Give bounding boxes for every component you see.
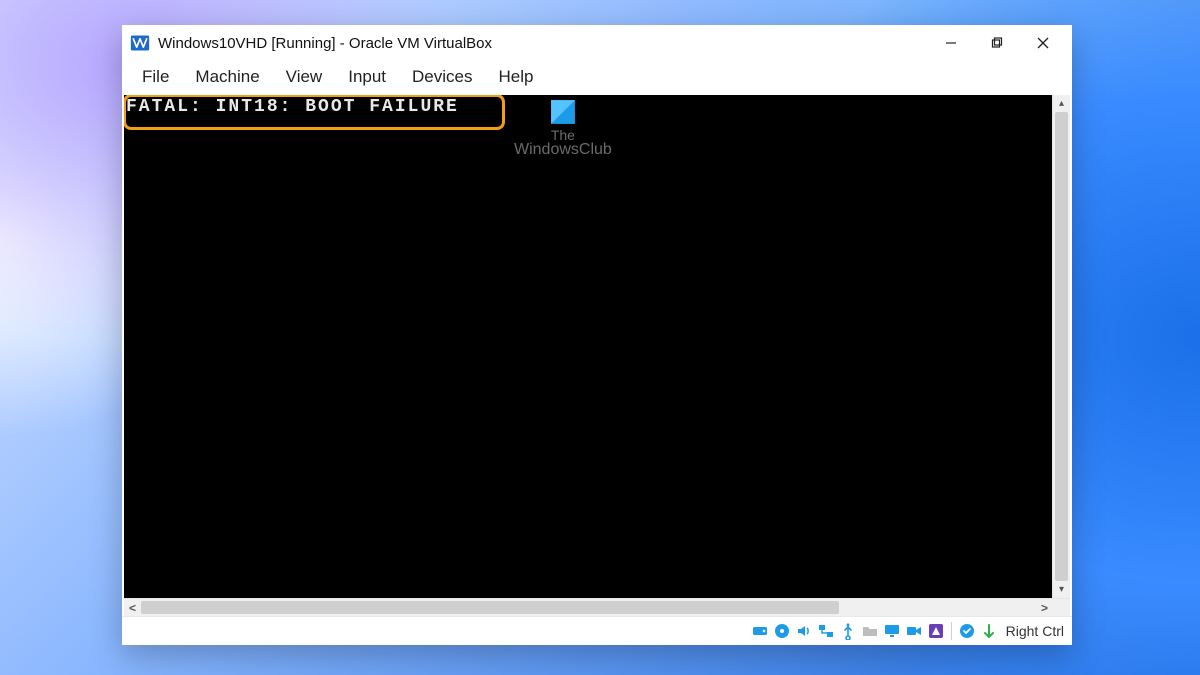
virtualbox-icon <box>130 33 150 53</box>
scroll-up-arrow-icon[interactable]: ▴ <box>1053 95 1070 112</box>
minimize-button[interactable] <box>928 27 974 59</box>
menu-help[interactable]: Help <box>487 63 546 91</box>
scroll-right-arrow-icon[interactable]: > <box>1036 599 1053 616</box>
window-controls <box>928 27 1066 59</box>
vertical-scroll-thumb[interactable] <box>1055 112 1068 581</box>
close-button[interactable] <box>1020 27 1066 59</box>
menubar: File Machine View Input Devices Help <box>122 61 1072 95</box>
scrollbar-corner <box>1053 599 1070 616</box>
menu-machine[interactable]: Machine <box>183 63 271 91</box>
watermark: The WindowsClub <box>514 99 612 159</box>
vertical-scrollbar[interactable]: ▴ ▾ <box>1052 95 1070 598</box>
display-icon[interactable] <box>883 622 901 640</box>
optical-disk-icon[interactable] <box>773 622 791 640</box>
menu-devices[interactable]: Devices <box>400 63 484 91</box>
window-title: Windows10VHD [Running] - Oracle VM Virtu… <box>158 35 928 52</box>
vm-screen[interactable]: FATAL: INT18: BOOT FAILURE The WindowsCl… <box>124 95 1052 598</box>
cpu-icon[interactable] <box>958 622 976 640</box>
windowsclub-logo-icon <box>550 99 576 125</box>
horizontal-scroll-track[interactable] <box>141 599 1036 616</box>
status-icons <box>751 622 998 640</box>
vertical-scroll-track[interactable] <box>1053 112 1070 581</box>
usb-icon[interactable] <box>839 622 857 640</box>
video-capture-icon[interactable] <box>927 622 945 640</box>
host-key-label: Right Ctrl <box>1006 623 1064 639</box>
mouse-integration-icon[interactable] <box>980 622 998 640</box>
watermark-line2: WindowsClub <box>514 141 612 159</box>
horizontal-scrollbar[interactable]: < > <box>124 598 1070 616</box>
scroll-left-arrow-icon[interactable]: < <box>124 599 141 616</box>
virtualbox-window: Windows10VHD [Running] - Oracle VM Virtu… <box>122 25 1072 645</box>
status-separator <box>951 622 952 640</box>
menu-file[interactable]: File <box>130 63 181 91</box>
audio-icon[interactable] <box>795 622 813 640</box>
window-titlebar[interactable]: Windows10VHD [Running] - Oracle VM Virtu… <box>122 25 1072 61</box>
statusbar: Right Ctrl <box>122 616 1072 645</box>
host-key-indicator[interactable]: Right Ctrl <box>1006 623 1064 639</box>
vm-viewport: FATAL: INT18: BOOT FAILURE The WindowsCl… <box>122 95 1072 616</box>
network-icon[interactable] <box>817 622 835 640</box>
recording-icon[interactable] <box>905 622 923 640</box>
horizontal-scroll-thumb[interactable] <box>141 601 839 614</box>
menu-input[interactable]: Input <box>336 63 398 91</box>
scroll-down-arrow-icon[interactable]: ▾ <box>1053 581 1070 598</box>
shared-folder-icon[interactable] <box>861 622 879 640</box>
menu-view[interactable]: View <box>274 63 335 91</box>
hard-disk-icon[interactable] <box>751 622 769 640</box>
boot-error-text: FATAL: INT18: BOOT FAILURE <box>124 95 463 121</box>
maximize-button[interactable] <box>974 27 1020 59</box>
